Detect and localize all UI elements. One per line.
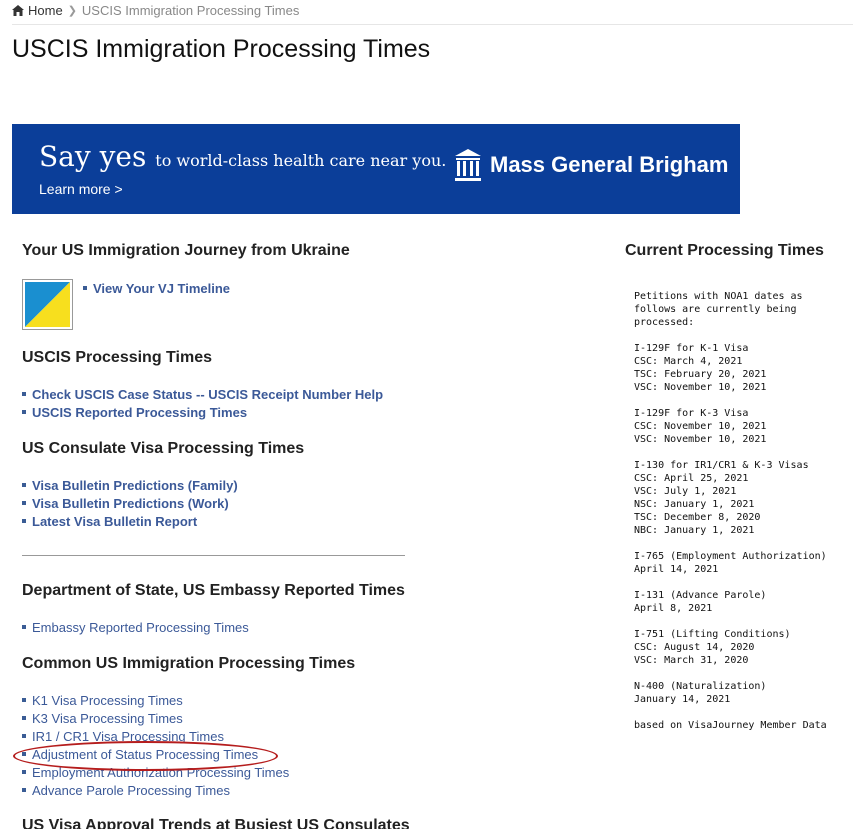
breadcrumb-home-label: Home [28,3,63,18]
times-line: I-130 for IR1/CR1 & K-3 Visas [634,460,809,471]
dos-heading: Department of State, US Embassy Reported… [22,582,405,599]
current-times-title: Current Processing Times [625,242,824,259]
advance-parole-link[interactable]: Advance Parole Processing Times [32,783,230,798]
times-block-n400: N-400 (Naturalization) January 14, 2021 [634,680,844,706]
times-line: TSC: February 20, 2021 [634,369,767,380]
chevron-right-icon: ❯ [67,5,77,17]
times-line: CSC: November 10, 2021 [634,421,767,432]
flag-graphic [25,282,70,327]
banner-learn-more-link[interactable]: Learn more > [39,181,123,197]
times-line: CSC: August 14, 2020 [634,642,755,653]
list-item: Check USCIS Case Status -- USCIS Receipt… [22,385,383,403]
list-item: Advance Parole Processing Times [22,781,289,799]
times-block-i751: I-751 (Lifting Conditions) CSC: August 1… [634,628,844,667]
dos-links: Embassy Reported Processing Times [22,618,249,636]
banner-say-yes: Say yes [39,140,147,173]
times-line: I-129F for K-3 Visa [634,408,749,419]
visa-bulletin-work-link[interactable]: Visa Bulletin Predictions (Work) [32,496,229,511]
times-block-k3: I-129F for K-3 Visa CSC: November 10, 20… [634,407,844,446]
list-item: K3 Visa Processing Times [22,709,289,727]
list-item: K1 Visa Processing Times [22,691,289,709]
times-block-k1: I-129F for K-1 Visa CSC: March 4, 2021 T… [634,342,844,394]
list-item: View Your VJ Timeline [83,279,230,297]
times-line: January 14, 2021 [634,694,731,705]
times-line: I-765 (Employment Authorization) [634,551,827,562]
list-item: Embassy Reported Processing Times [22,618,249,636]
k3-times-link[interactable]: K3 Visa Processing Times [32,711,183,726]
times-line: April 8, 2021 [634,603,713,614]
consulate-links: Visa Bulletin Predictions (Family) Visa … [22,476,238,530]
brand-logo-icon [455,149,481,181]
times-line: VSC: July 1, 2021 [634,486,737,497]
times-line: VSC: March 31, 2020 [634,655,749,666]
list-item: Visa Bulletin Predictions (Work) [22,494,238,512]
breadcrumb-divider [12,24,853,25]
banner-tagline: to world-class health care near you. [155,151,447,170]
times-line: I-751 (Lifting Conditions) [634,629,791,640]
times-line: CSC: April 25, 2021 [634,473,749,484]
times-line: I-129F for K-1 Visa [634,343,749,354]
breadcrumb: Home ❯ USCIS Immigration Processing Time… [12,3,299,18]
times-intro: Petitions with NOA1 dates as follows are… [634,290,844,329]
ad-banner[interactable]: Say yes to world-class health care near … [12,124,740,214]
times-line: Petitions with NOA1 dates as [634,291,803,302]
list-item: USCIS Reported Processing Times [22,403,383,421]
section-divider [22,555,405,556]
banner-brand: Mass General Brigham [454,148,728,182]
visa-bulletin-family-link[interactable]: Visa Bulletin Predictions (Family) [32,478,238,493]
times-block-i765: I-765 (Employment Authorization) April 1… [634,550,844,576]
times-line: CSC: March 4, 2021 [634,356,743,367]
trends-heading: US Visa Approval Trends at Busiest US Co… [22,817,410,829]
banner-headline: Say yes to world-class health care near … [39,140,446,173]
banner-brand-name: Mass General Brigham [490,152,729,177]
times-line: N-400 (Naturalization) [634,681,767,692]
common-heading: Common US Immigration Processing Times [22,655,356,672]
journey-links: View Your VJ Timeline [83,279,230,297]
consulate-heading: US Consulate Visa Processing Times [22,440,305,457]
times-line: NSC: January 1, 2021 [634,499,755,510]
times-line: VSC: November 10, 2021 [634,382,767,393]
times-block-i130: I-130 for IR1/CR1 & K-3 Visas CSC: April… [634,459,844,537]
latest-visa-bulletin-link[interactable]: Latest Visa Bulletin Report [32,514,197,529]
processing-times-panel: Petitions with NOA1 dates as follows are… [634,290,844,732]
times-block-i131: I-131 (Advance Parole) April 8, 2021 [634,589,844,615]
k1-times-link[interactable]: K1 Visa Processing Times [32,693,183,708]
times-line: NBC: January 1, 2021 [634,525,755,536]
times-line: processed: [634,317,695,328]
home-icon [12,5,24,16]
view-timeline-link[interactable]: View Your VJ Timeline [93,281,230,296]
list-item: Visa Bulletin Predictions (Family) [22,476,238,494]
highlight-ellipse [13,741,278,771]
case-status-link[interactable]: Check USCIS Case Status -- USCIS Receipt… [32,387,383,402]
embassy-times-link[interactable]: Embassy Reported Processing Times [32,620,249,635]
journey-heading: Your US Immigration Journey from Ukraine [22,242,350,259]
times-footer: based on VisaJourney Member Data [634,720,827,731]
uscis-heading: USCIS Processing Times [22,349,212,366]
breadcrumb-home-link[interactable]: Home [12,3,63,18]
ukraine-flag-icon [22,279,73,330]
list-item: Latest Visa Bulletin Report [22,512,238,530]
times-line: I-131 (Advance Parole) [634,590,767,601]
uscis-reported-times-link[interactable]: USCIS Reported Processing Times [32,405,247,420]
times-line: April 14, 2021 [634,564,719,575]
uscis-links: Check USCIS Case Status -- USCIS Receipt… [22,385,383,421]
times-line: VSC: November 10, 2021 [634,434,767,445]
page-title: USCIS Immigration Processing Times [12,35,431,63]
breadcrumb-current: USCIS Immigration Processing Times [81,3,300,18]
times-line: TSC: December 8, 2020 [634,512,761,523]
times-line: follows are currently being [634,304,797,315]
